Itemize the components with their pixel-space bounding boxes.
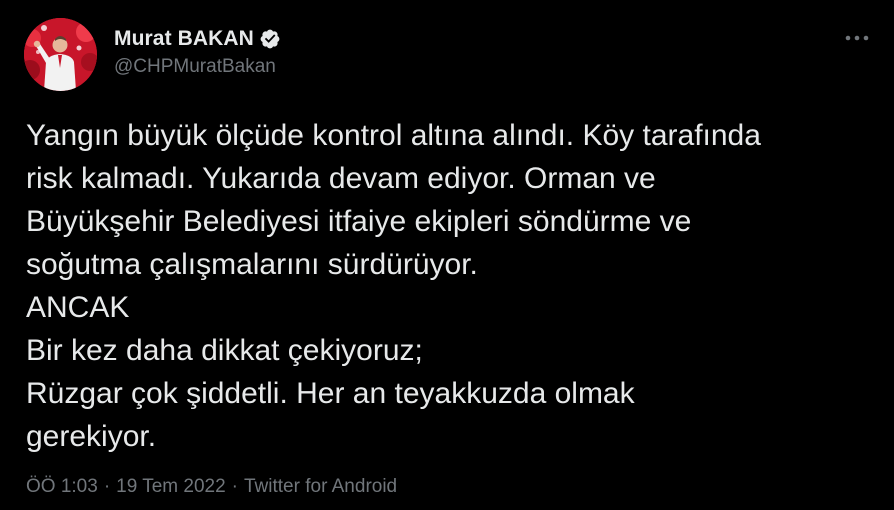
verified-badge-icon[interactable] (259, 28, 281, 50)
profile-photo-icon (24, 18, 97, 91)
more-options-button[interactable] (842, 24, 872, 52)
author-avatar[interactable] (24, 18, 97, 91)
tweet-text-line: gerekiyor. (26, 420, 157, 453)
meta-separator: · (103, 476, 111, 497)
author-handle[interactable]: @CHPMuratBakan (114, 56, 276, 78)
tweet-date[interactable]: 19 Tem 2022 (116, 476, 226, 497)
tweet-text-line: Yangın büyük ölçüde kontrol altına alınd… (26, 119, 761, 152)
tweet-text-line: risk kalmadı. Yukarıda devam ediyor. Orm… (26, 162, 656, 195)
tweet: Murat BAKAN @CHPMuratBakan Yangın büyük … (0, 0, 894, 510)
author-display-name[interactable]: Murat BAKAN (114, 27, 254, 51)
tweet-text-line: soğutma çalışmalarını sürdürüyor. (26, 248, 478, 281)
tweet-meta: ÖÖ 1:03 · 19 Tem 2022 · Twitter for Android (26, 476, 397, 498)
tweet-text: Yangın büyük ölçüde kontrol altına alınd… (26, 114, 876, 458)
tweet-text-line: Bir kez daha dikkat çekiyoruz; (26, 334, 423, 367)
meta-separator: · (231, 476, 238, 497)
tweet-text-line: Büyükşehir Belediyesi itfaiye ekipleri s… (26, 205, 692, 238)
tweet-source[interactable]: Twitter for Android (244, 476, 397, 497)
author-name-row: Murat BAKAN (114, 25, 281, 53)
more-horizontal-icon (845, 35, 869, 41)
tweet-text-line: ANCAK (26, 291, 130, 324)
tweet-text-line: Rüzgar çok şiddetli. Her an teyakkuzda o… (26, 377, 635, 410)
tweet-time[interactable]: ÖÖ 1:03 (26, 476, 98, 497)
